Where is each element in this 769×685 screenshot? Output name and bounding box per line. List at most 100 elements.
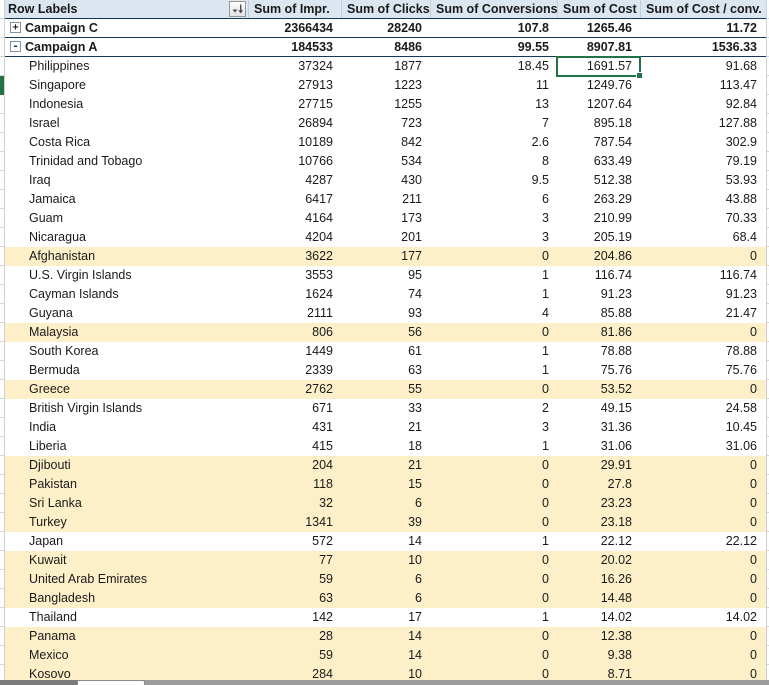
value-cell[interactable]: 79.19 — [641, 152, 766, 171]
value-cell[interactable]: 431 — [249, 418, 342, 437]
value-cell[interactable]: 0 — [641, 494, 766, 513]
value-cell[interactable]: 1223 — [342, 76, 431, 95]
value-cell[interactable]: 1 — [431, 361, 558, 380]
value-cell[interactable]: 14 — [342, 532, 431, 551]
row-labels-filter-button[interactable] — [229, 1, 246, 17]
value-cell[interactable]: 177 — [342, 247, 431, 266]
value-cell[interactable]: 1449 — [249, 342, 342, 361]
value-cell[interactable]: 22.12 — [641, 532, 766, 551]
value-cell[interactable]: 0 — [431, 513, 558, 532]
value-cell[interactable]: 6 — [431, 190, 558, 209]
value-cell[interactable]: 0 — [431, 380, 558, 399]
value-cell[interactable]: 0 — [431, 456, 558, 475]
value-cell[interactable]: 205.19 — [558, 228, 641, 247]
value-cell[interactable]: 4287 — [249, 171, 342, 190]
row-label-cell[interactable]: Turkey — [5, 513, 249, 532]
value-cell[interactable]: 4204 — [249, 228, 342, 247]
value-cell[interactable]: 0 — [641, 627, 766, 646]
value-cell[interactable]: 9.5 — [431, 171, 558, 190]
row-label-cell[interactable]: Liberia — [5, 437, 249, 456]
value-cell[interactable]: 91.68 — [641, 57, 766, 76]
value-cell[interactable]: 6 — [342, 494, 431, 513]
value-cell[interactable]: 31.06 — [558, 437, 641, 456]
row-label-cell[interactable]: Bangladesh — [5, 589, 249, 608]
value-cell[interactable]: 14.02 — [558, 608, 641, 627]
value-cell[interactable]: 31.06 — [641, 437, 766, 456]
value-cell[interactable]: 15 — [342, 475, 431, 494]
value-cell[interactable]: 6 — [342, 589, 431, 608]
value-cell[interactable]: 0 — [641, 646, 766, 665]
value-cell[interactable]: 14.48 — [558, 589, 641, 608]
value-cell[interactable]: 91.23 — [641, 285, 766, 304]
row-labels-header-cell[interactable]: Row Labels — [5, 0, 249, 18]
value-cell[interactable]: 0 — [641, 380, 766, 399]
value-cell[interactable]: 14.02 — [641, 608, 766, 627]
value-cell[interactable]: 18.45 — [431, 57, 558, 76]
value-cell[interactable]: 27913 — [249, 76, 342, 95]
value-cell[interactable]: 0 — [431, 570, 558, 589]
value-cell[interactable]: 10 — [342, 551, 431, 570]
row-label-cell[interactable]: Bermuda — [5, 361, 249, 380]
value-cell[interactable]: 7 — [431, 114, 558, 133]
value-cell[interactable]: 0 — [431, 475, 558, 494]
value-cell[interactable]: 23.18 — [558, 513, 641, 532]
value-cell[interactable]: 1 — [431, 532, 558, 551]
value-cell[interactable]: 1265.46 — [558, 19, 641, 37]
row-label-cell[interactable]: Indonesia — [5, 95, 249, 114]
value-cell[interactable]: 3553 — [249, 266, 342, 285]
value-cell[interactable]: 29.91 — [558, 456, 641, 475]
row-label-cell[interactable]: Kuwait — [5, 551, 249, 570]
value-cell[interactable]: 127.88 — [641, 114, 766, 133]
row-label-cell[interactable]: Israel — [5, 114, 249, 133]
value-cell[interactable]: 895.18 — [558, 114, 641, 133]
value-cell[interactable]: 3 — [431, 418, 558, 437]
value-cell[interactable]: 842 — [342, 133, 431, 152]
value-cell[interactable]: 2339 — [249, 361, 342, 380]
value-cell[interactable]: 93 — [342, 304, 431, 323]
value-cell[interactable]: 23.23 — [558, 494, 641, 513]
value-cell[interactable]: 0 — [641, 551, 766, 570]
row-label-cell[interactable]: Greece — [5, 380, 249, 399]
row-label-cell[interactable]: Iraq — [5, 171, 249, 190]
value-cell[interactable]: 6417 — [249, 190, 342, 209]
column-header[interactable]: Sum of Conversions — [431, 0, 558, 18]
row-label-cell[interactable]: Nicaragua — [5, 228, 249, 247]
value-cell[interactable]: 24.58 — [641, 399, 766, 418]
row-label-cell[interactable]: Panama — [5, 627, 249, 646]
value-cell[interactable]: 1207.64 — [558, 95, 641, 114]
row-label-cell[interactable]: Pakistan — [5, 475, 249, 494]
value-cell[interactable]: 1536.33 — [641, 38, 766, 56]
value-cell[interactable]: 32 — [249, 494, 342, 513]
value-cell[interactable]: 2111 — [249, 304, 342, 323]
row-label-cell[interactable]: Costa Rica — [5, 133, 249, 152]
value-cell[interactable]: 116.74 — [641, 266, 766, 285]
value-cell[interactable]: 63 — [342, 361, 431, 380]
value-cell[interactable]: 0 — [641, 456, 766, 475]
value-cell[interactable]: 0 — [431, 646, 558, 665]
value-cell[interactable]: 53.93 — [641, 171, 766, 190]
value-cell[interactable]: 61 — [342, 342, 431, 361]
value-cell[interactable]: 0 — [431, 494, 558, 513]
value-cell[interactable]: 74 — [342, 285, 431, 304]
value-cell[interactable]: 2762 — [249, 380, 342, 399]
value-cell[interactable]: 12.38 — [558, 627, 641, 646]
value-cell[interactable]: 633.49 — [558, 152, 641, 171]
value-cell[interactable]: 512.38 — [558, 171, 641, 190]
value-cell[interactable]: 430 — [342, 171, 431, 190]
value-cell[interactable]: 21 — [342, 456, 431, 475]
value-cell[interactable]: 0 — [641, 513, 766, 532]
value-cell[interactable]: 1877 — [342, 57, 431, 76]
value-cell[interactable]: 10.45 — [641, 418, 766, 437]
value-cell[interactable]: 2 — [431, 399, 558, 418]
value-cell[interactable]: 4 — [431, 304, 558, 323]
value-cell[interactable]: 116.74 — [558, 266, 641, 285]
value-cell[interactable]: 17 — [342, 608, 431, 627]
value-cell[interactable]: 18 — [342, 437, 431, 456]
value-cell[interactable]: 723 — [342, 114, 431, 133]
value-cell[interactable]: 13 — [431, 95, 558, 114]
value-cell[interactable]: 53.52 — [558, 380, 641, 399]
row-label-cell[interactable]: + Campaign C — [5, 19, 249, 37]
value-cell[interactable]: 37324 — [249, 57, 342, 76]
value-cell[interactable]: 10189 — [249, 133, 342, 152]
row-label-cell[interactable]: Cayman Islands — [5, 285, 249, 304]
